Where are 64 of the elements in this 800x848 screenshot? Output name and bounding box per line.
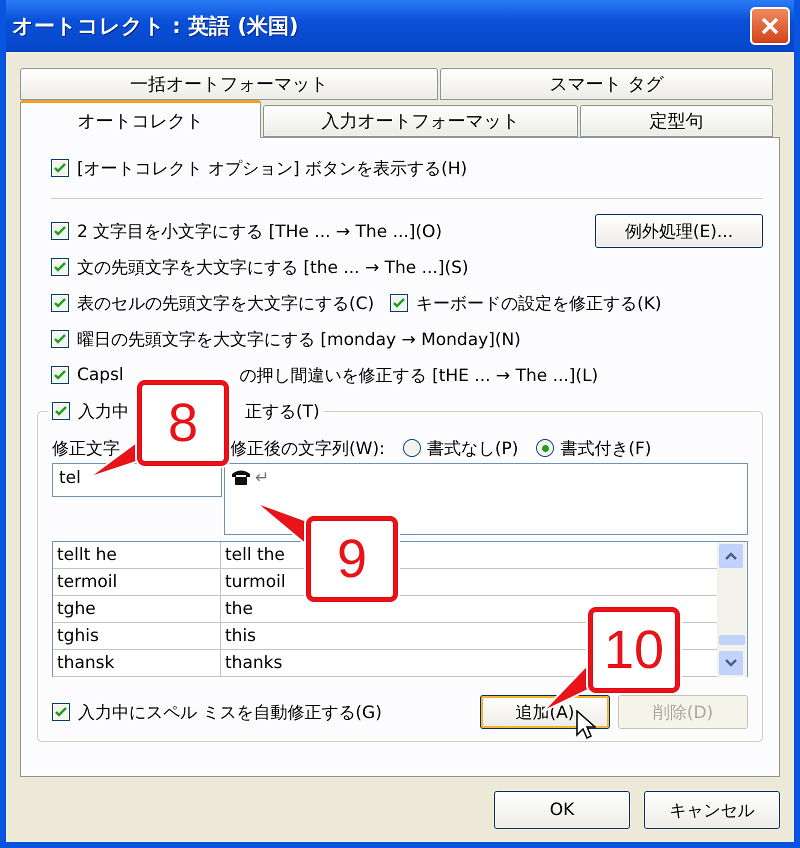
checkbox[interactable] <box>51 330 69 348</box>
check-icon <box>54 333 66 345</box>
option-label: 2 文字目を小文字にする [THe ... → The ...](O) <box>77 220 442 242</box>
table-cell: tellt he <box>57 545 117 565</box>
radio-button[interactable] <box>402 439 421 457</box>
option-label: Capsl <box>77 365 124 385</box>
check-icon <box>54 297 66 309</box>
tab[interactable]: 一括オートフォーマット <box>20 68 438 100</box>
exceptions-button[interactable]: 例外処理(E)... <box>595 214 763 248</box>
checkbox[interactable] <box>51 294 69 312</box>
radio-label: 書式なし(P) <box>426 438 518 460</box>
close-button[interactable] <box>750 7 790 45</box>
scrollbar[interactable] <box>717 542 747 677</box>
telephone-icon <box>231 468 251 486</box>
check-icon <box>54 261 66 273</box>
tab[interactable]: スマート タグ <box>440 68 773 100</box>
checkbox[interactable] <box>51 258 69 276</box>
check-icon <box>54 162 66 174</box>
option-label: 正する(T) <box>245 400 320 422</box>
option-label: 入力中にスペル ミスを自動修正する(G) <box>78 702 382 724</box>
check-icon <box>55 706 67 718</box>
table-cell: turmoil <box>225 572 286 592</box>
window-title: オートコレクト : 英語 (米国) <box>12 13 299 40</box>
tab[interactable]: 定型句 <box>580 105 773 137</box>
table-cell: this <box>225 626 256 646</box>
option-label: [オートコレクト オプション] ボタンを表示する(H) <box>77 158 468 180</box>
field-label: 修正文字 <box>52 438 120 460</box>
checkbox[interactable] <box>51 366 69 384</box>
option-label: の押し間違いを修正する [tHE ... → The ...](L) <box>240 364 598 386</box>
radio-button[interactable] <box>536 439 554 457</box>
checkbox[interactable] <box>51 159 69 177</box>
table-cell: the <box>225 599 253 619</box>
check-icon <box>393 297 406 309</box>
option-label: キーボードの設定を修正する(K) <box>416 292 662 314</box>
option-label: 文の先頭文字を大文字にする [the ... → The ...](S) <box>77 256 469 278</box>
checkbox[interactable] <box>51 222 69 240</box>
with-field[interactable]: ↵ <box>224 463 748 535</box>
cursor-icon <box>576 710 596 740</box>
callout-number: 10 <box>588 607 680 693</box>
callout-number: 9 <box>306 516 398 602</box>
table-cell: tghis <box>57 626 99 646</box>
table-cell: tghe <box>57 599 96 619</box>
field-label: 修正後の文字列(W): <box>230 438 385 460</box>
tab[interactable]: 入力オートフォーマット <box>263 105 578 137</box>
checkbox[interactable] <box>52 703 70 721</box>
table-cell: termoil <box>57 572 118 592</box>
radio-label: 書式付き(F) <box>560 438 652 460</box>
checkbox[interactable] <box>52 402 70 420</box>
check-icon <box>55 405 67 417</box>
checkbox[interactable] <box>390 294 408 312</box>
scrollbar-thumb[interactable] <box>719 635 745 645</box>
table-cell: tell the <box>225 545 285 565</box>
ok-button[interactable]: OK <box>494 791 630 829</box>
option-label: 入力中 <box>78 400 129 422</box>
cancel-button[interactable]: キャンセル <box>644 791 780 829</box>
check-icon <box>54 369 66 381</box>
close-icon <box>760 16 780 36</box>
tab[interactable]: オートコレクト <box>20 100 261 138</box>
option-label: 曜日の先頭文字を大文字にする [monday → Monday](N) <box>77 328 521 350</box>
table-cell: thanks <box>225 653 282 673</box>
callout-number: 8 <box>137 380 229 466</box>
option-label: 表のセルの先頭文字を大文字にする(C) <box>77 292 374 314</box>
check-icon <box>54 225 66 237</box>
table-cell: thansk <box>57 653 114 673</box>
